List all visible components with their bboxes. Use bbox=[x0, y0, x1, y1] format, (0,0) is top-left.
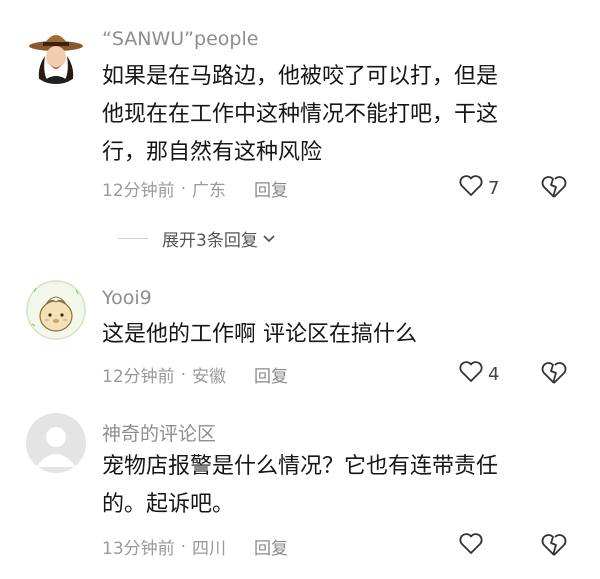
comment-text-line: 这是他的工作啊 评论区在搞什么 bbox=[102, 322, 417, 347]
expand-replies-button[interactable]: 展开3条回复 bbox=[118, 226, 276, 251]
expand-replies-label: 展开3条回复 bbox=[162, 231, 258, 251]
comment-text: 宠物店报警是什么情况？它也有连带责任 的。起诉吧。 bbox=[102, 448, 572, 524]
location: 广东 bbox=[192, 181, 227, 201]
chevron-down-icon bbox=[262, 229, 276, 249]
like-button[interactable] bbox=[458, 532, 488, 560]
broken-heart-icon bbox=[540, 176, 568, 204]
username[interactable]: 神奇的评论区 bbox=[102, 419, 216, 446]
comment-meta: 13分钟前 · 四川 回复 bbox=[102, 534, 288, 560]
avatar[interactable] bbox=[26, 280, 86, 340]
timestamp: 12分钟前 bbox=[102, 181, 175, 201]
comment-text-line: 的。起诉吧。 bbox=[102, 492, 235, 517]
broken-heart-icon bbox=[540, 534, 568, 562]
comment-text-line: 如果是在马路边，他被咬了可以打，但是 bbox=[102, 64, 499, 89]
timestamp: 12分钟前 bbox=[102, 367, 175, 387]
comment-text: 如果是在马路边，他被咬了可以打，但是 他现在在工作中这种情况不能打吧，干这 行，… bbox=[102, 58, 572, 172]
like-count: 7 bbox=[488, 177, 500, 199]
comment-text-line: 宠物店报警是什么情况？它也有连带责任 bbox=[102, 454, 499, 479]
broken-heart-icon bbox=[540, 362, 568, 390]
comment-meta: 12分钟前 · 广东 回复 bbox=[102, 176, 288, 202]
like-count: 4 bbox=[488, 363, 500, 385]
heart-outline-icon bbox=[458, 532, 484, 560]
heart-outline-icon bbox=[458, 174, 484, 202]
reply-button[interactable]: 回复 bbox=[254, 362, 288, 387]
timestamp: 13分钟前 bbox=[102, 539, 175, 559]
dislike-button[interactable] bbox=[540, 360, 568, 390]
separator-dot: · bbox=[180, 178, 187, 199]
separator-dot: · bbox=[180, 536, 187, 557]
heart-outline-icon bbox=[458, 360, 484, 388]
reply-button[interactable]: 回复 bbox=[254, 176, 288, 201]
divider bbox=[118, 238, 148, 239]
username[interactable]: “SANWU”people bbox=[102, 28, 258, 50]
dislike-button[interactable] bbox=[540, 532, 568, 562]
like-button[interactable]: 7 bbox=[458, 174, 499, 202]
location: 四川 bbox=[192, 539, 227, 559]
dislike-button[interactable] bbox=[540, 174, 568, 204]
avatar[interactable] bbox=[26, 24, 86, 84]
comment-text-line: 行，那自然有这种风险 bbox=[102, 140, 323, 165]
username[interactable]: Yooi9 bbox=[102, 287, 152, 309]
avatar[interactable] bbox=[26, 413, 86, 473]
comment-text-line: 他现在在工作中这种情况不能打吧，干这 bbox=[102, 102, 499, 127]
location: 安徽 bbox=[192, 367, 227, 387]
comment-meta: 12分钟前 · 安徽 回复 bbox=[102, 362, 288, 388]
separator-dot: · bbox=[180, 364, 187, 385]
like-button[interactable]: 4 bbox=[458, 360, 499, 388]
comment-text: 这是他的工作啊 评论区在搞什么 bbox=[102, 316, 572, 354]
reply-button[interactable]: 回复 bbox=[254, 534, 288, 559]
